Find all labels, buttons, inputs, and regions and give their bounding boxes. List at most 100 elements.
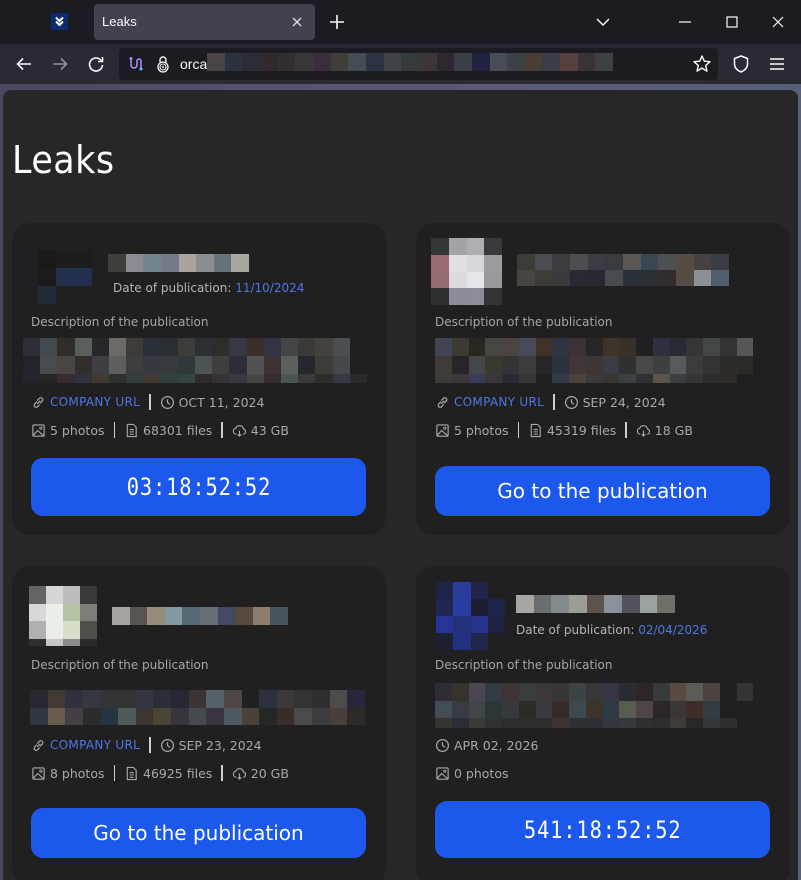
- arrow-left-icon[interactable]: [13, 53, 35, 75]
- redacted-pixel: [451, 338, 469, 356]
- redacted-pixel: [703, 701, 720, 718]
- redacted-pixel: [468, 701, 486, 718]
- redacted-pixel: [753, 356, 770, 374]
- redacted-pixel: [217, 607, 236, 625]
- countdown-timer-button[interactable]: 541:18:52:52: [435, 801, 770, 858]
- redacted-pixel: [281, 338, 299, 356]
- redacted-pixel: [569, 356, 586, 374]
- minimize-icon[interactable]: [674, 11, 696, 33]
- redacted-pixel: [213, 254, 232, 272]
- redacted-pixel: [295, 53, 313, 71]
- file-icon: [530, 423, 541, 437]
- redacted-pixel: [129, 607, 148, 625]
- redacted-pixel: [534, 270, 553, 286]
- redacted-pixel: [517, 254, 535, 270]
- redacted-pixel: [569, 683, 586, 701]
- redacted-pixel: [65, 707, 83, 725]
- redacted-pixel: [585, 374, 603, 383]
- redacted-pixel: [281, 374, 299, 383]
- redacted-pixel: [552, 338, 569, 356]
- redacted-pixel: [63, 639, 80, 646]
- redacted-pixel: [652, 683, 670, 701]
- shield-icon[interactable]: [731, 53, 751, 75]
- redacted-pixel: [502, 338, 519, 356]
- redacted-pixel: [451, 718, 469, 728]
- company-url-link[interactable]: COMPANY URL: [50, 738, 140, 752]
- redacted-pixel: [719, 374, 737, 383]
- redacted-pixel: [533, 595, 552, 613]
- description-label: Description of the publication: [31, 658, 209, 672]
- redacted-pixel: [448, 288, 467, 305]
- url-text: orca: [180, 56, 208, 72]
- redacted-pixel: [587, 254, 606, 270]
- redacted-pixel: [619, 338, 636, 356]
- maximize-icon[interactable]: [721, 11, 743, 33]
- redacted-pixel: [602, 338, 620, 356]
- redacted-pixel: [485, 701, 502, 718]
- redacted-pixel: [669, 338, 687, 356]
- redacted-pixel: [298, 338, 316, 356]
- browser-tab[interactable]: Leaks: [94, 4, 315, 40]
- reload-icon[interactable]: [85, 53, 107, 75]
- redacted-pixel: [587, 270, 606, 286]
- redacted-pixel: [485, 718, 502, 728]
- redacted-pixel: [518, 338, 536, 356]
- extension-icon[interactable]: [127, 56, 143, 72]
- redacted-pixel: [518, 683, 536, 701]
- close-icon[interactable]: [767, 11, 789, 33]
- redacted-pixel: [657, 595, 675, 613]
- star-icon[interactable]: [692, 54, 712, 74]
- countdown-timer-button[interactable]: 03:18:52:52: [31, 458, 366, 516]
- redacted-pixel: [736, 683, 754, 701]
- redacted-pixel: [188, 690, 207, 708]
- redacted-pixel: [332, 374, 350, 383]
- publication-date-value: 11/10/2024: [235, 281, 305, 295]
- hamburger-menu-icon[interactable]: [767, 54, 787, 74]
- redacted-pixel: [693, 270, 712, 286]
- redacted-pixel: [619, 374, 636, 383]
- chevron-down-icon[interactable]: [594, 13, 612, 31]
- redacted-pixel: [487, 599, 505, 616]
- company-url-link[interactable]: COMPANY URL: [454, 395, 544, 409]
- redacted-pixel: [74, 286, 92, 304]
- meta-row-stats: 0 photos: [435, 764, 509, 782]
- redacted-pixel: [621, 595, 640, 613]
- redacted-url: [207, 53, 614, 71]
- image-icon: [436, 423, 449, 437]
- countdown-timer: 03:18:52:52: [126, 473, 271, 501]
- redacted-pixel: [569, 270, 588, 286]
- redacted-pixel: [259, 707, 277, 725]
- redacted-pixel: [246, 374, 264, 383]
- redacted-pixel: [487, 616, 505, 633]
- close-icon[interactable]: [288, 13, 306, 31]
- redacted-pixel: [57, 338, 75, 356]
- redacted-pixel: [223, 690, 242, 708]
- cloud-download-icon: [232, 767, 246, 780]
- redacted-pixel: [160, 338, 178, 356]
- redacted-pixel: [703, 356, 720, 374]
- redacted-pixel: [178, 254, 197, 272]
- redacted-pixel: [448, 254, 467, 272]
- cloud-download-icon: [232, 424, 246, 437]
- redacted-pixel: [453, 633, 471, 650]
- redacted-pixel: [619, 683, 636, 701]
- fingerprint-lock-icon[interactable]: [155, 55, 171, 73]
- clock-icon: [160, 395, 174, 409]
- redacted-pixel: [312, 707, 330, 725]
- go-to-publication-button[interactable]: Go to the publication: [435, 466, 770, 516]
- redacted-pixel: [470, 599, 488, 616]
- redacted-pixel: [675, 270, 694, 286]
- url-bar[interactable]: orca: [119, 48, 718, 80]
- chevron-double-down-icon: [51, 13, 68, 30]
- redacted-pixel: [195, 338, 213, 356]
- company-url-link[interactable]: COMPANY URL: [50, 395, 140, 409]
- photos-count: 0 photos: [454, 765, 509, 781]
- description-label: Description of the publication: [435, 315, 613, 329]
- redacted-pixel: [517, 270, 535, 286]
- leak-date: APR 02, 2026: [454, 737, 539, 753]
- arrow-right-icon[interactable]: [49, 53, 71, 75]
- button-label: Go to the publication: [497, 479, 708, 503]
- go-to-publication-button[interactable]: Go to the publication: [31, 808, 366, 858]
- plus-icon[interactable]: [326, 11, 348, 33]
- divider: [553, 394, 555, 410]
